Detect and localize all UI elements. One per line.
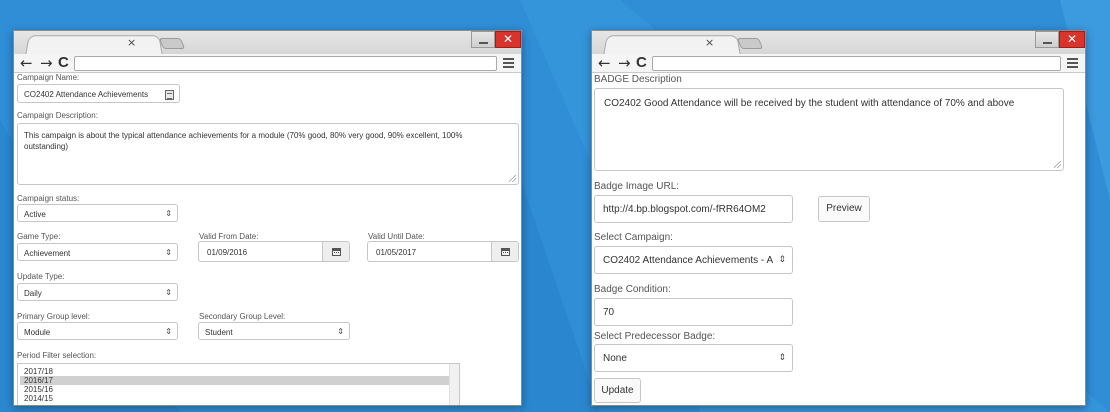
select-arrow-icon: ⇕ bbox=[778, 255, 786, 265]
right-browser-window: × ✕ ← → C BADGE Description CO2402 Good … bbox=[591, 30, 1086, 406]
period-filter-label: Period Filter selection: bbox=[17, 351, 97, 360]
update-type-label: Update Type: bbox=[17, 272, 65, 281]
calendar-button[interactable] bbox=[491, 242, 518, 261]
resize-grip-icon[interactable] bbox=[1054, 161, 1061, 168]
select-arrow-icon: ⇕ bbox=[165, 327, 172, 336]
campaign-name-value: CO2402 Attendance Achievements bbox=[24, 90, 149, 99]
preview-button[interactable]: Preview bbox=[818, 196, 870, 222]
game-type-value: Achievement bbox=[24, 249, 71, 258]
valid-from-date-input[interactable]: 01/09/2016 bbox=[198, 241, 350, 262]
browser-tab[interactable] bbox=[25, 35, 163, 56]
game-type-select[interactable]: Achievement ⇕ bbox=[17, 243, 178, 261]
valid-from-label: Valid From Date: bbox=[199, 232, 259, 241]
campaign-description-label: Campaign Description: bbox=[17, 111, 98, 120]
badge-condition-input[interactable]: 70 bbox=[594, 298, 793, 326]
campaign-description-value: This campaign is about the typical atten… bbox=[24, 131, 463, 151]
field-options-icon[interactable] bbox=[165, 90, 174, 100]
select-campaign-select[interactable]: CO2402 Attendance Achievements - A ⇕ bbox=[594, 246, 793, 274]
primary-group-select[interactable]: Module ⇕ bbox=[17, 322, 178, 340]
select-arrow-icon: ⇕ bbox=[165, 288, 172, 297]
reload-icon[interactable]: C bbox=[58, 54, 69, 72]
primary-group-value: Module bbox=[24, 328, 51, 337]
badge-description-value: CO2402 Good Attendance will be received … bbox=[604, 98, 1015, 109]
campaign-status-select[interactable]: Active ⇕ bbox=[17, 204, 178, 222]
update-button[interactable]: Update bbox=[594, 378, 641, 403]
badge-image-url-value: http://4.bp.blogspot.com/-fRR64OM2 bbox=[603, 204, 766, 215]
resize-grip-icon[interactable] bbox=[509, 175, 516, 182]
select-campaign-label: Select Campaign: bbox=[594, 232, 673, 243]
navigation-bar: ← → C bbox=[592, 54, 1085, 73]
close-window-button[interactable]: ✕ bbox=[495, 31, 521, 48]
update-type-select[interactable]: Daily ⇕ bbox=[17, 283, 178, 301]
predecessor-badge-value: None bbox=[603, 353, 627, 364]
address-bar[interactable] bbox=[74, 56, 497, 71]
forward-arrow-icon[interactable]: → bbox=[40, 54, 53, 72]
badge-image-url-input[interactable]: http://4.bp.blogspot.com/-fRR64OM2 bbox=[594, 195, 793, 223]
secondary-group-select[interactable]: Student ⇕ bbox=[198, 322, 350, 340]
campaign-name-input[interactable]: CO2402 Attendance Achievements bbox=[17, 84, 180, 103]
period-filter-listbox[interactable]: 2017/18 2016/17 2015/16 2014/15 bbox=[17, 363, 460, 405]
secondary-group-label: Secondary Group Level: bbox=[199, 312, 286, 321]
browser-tab[interactable] bbox=[603, 35, 741, 56]
navigation-bar: ← → C bbox=[14, 54, 521, 73]
secondary-group-value: Student bbox=[205, 328, 233, 337]
valid-until-label: Valid Until Date: bbox=[368, 232, 425, 241]
back-arrow-icon[interactable]: ← bbox=[598, 54, 611, 72]
badge-condition-label: Badge Condition: bbox=[594, 284, 671, 295]
tab-close-icon[interactable]: × bbox=[127, 37, 136, 49]
predecessor-badge-label: Select Predecessor Badge: bbox=[594, 331, 716, 342]
minimize-button[interactable] bbox=[1035, 31, 1059, 48]
new-tab-button[interactable] bbox=[736, 38, 764, 49]
title-bar: × ✕ bbox=[592, 31, 1085, 56]
campaign-description-textarea[interactable]: This campaign is about the typical atten… bbox=[17, 123, 519, 185]
select-arrow-icon: ⇕ bbox=[165, 248, 172, 257]
calendar-icon bbox=[501, 248, 510, 256]
minimize-button[interactable] bbox=[471, 31, 495, 48]
badge-description-textarea[interactable]: CO2402 Good Attendance will be received … bbox=[594, 88, 1064, 171]
back-arrow-icon[interactable]: ← bbox=[20, 54, 33, 72]
campaign-name-label: Campaign Name: bbox=[17, 73, 80, 82]
close-window-button[interactable]: ✕ bbox=[1059, 31, 1085, 48]
select-arrow-icon: ⇕ bbox=[337, 327, 344, 336]
calendar-icon bbox=[332, 248, 341, 256]
left-browser-window: × ✕ ← → C Campaign Name: CO2402 Attendan… bbox=[13, 30, 522, 406]
update-type-value: Daily bbox=[24, 289, 42, 298]
valid-from-value: 01/09/2016 bbox=[207, 248, 248, 257]
list-option[interactable]: 2017/18 bbox=[20, 367, 449, 376]
valid-until-value: 01/05/2017 bbox=[376, 248, 417, 257]
list-option[interactable]: 2014/15 bbox=[20, 394, 449, 403]
tab-close-icon[interactable]: × bbox=[705, 37, 714, 49]
campaign-form: Campaign Name: CO2402 Attendance Achieve… bbox=[14, 73, 521, 405]
select-arrow-icon: ⇕ bbox=[778, 353, 786, 363]
badge-description-label: BADGE Description bbox=[594, 74, 682, 85]
forward-arrow-icon[interactable]: → bbox=[618, 54, 631, 72]
calendar-button[interactable] bbox=[322, 242, 349, 261]
menu-icon[interactable] bbox=[1066, 55, 1079, 71]
badge-image-url-label: Badge Image URL: bbox=[594, 181, 680, 192]
select-campaign-value: CO2402 Attendance Achievements - A bbox=[603, 255, 774, 266]
game-type-label: Game Type: bbox=[17, 232, 61, 241]
address-bar[interactable] bbox=[652, 56, 1061, 71]
listbox-scrollbar[interactable] bbox=[449, 364, 459, 405]
menu-icon[interactable] bbox=[502, 55, 515, 71]
badge-condition-value: 70 bbox=[603, 307, 615, 318]
campaign-status-label: Campaign status: bbox=[17, 194, 80, 203]
primary-group-label: Primary Group level: bbox=[17, 312, 90, 321]
reload-icon[interactable]: C bbox=[636, 54, 647, 72]
valid-until-date-input[interactable]: 01/05/2017 bbox=[367, 241, 519, 262]
title-bar: × ✕ bbox=[14, 31, 521, 56]
list-option-selected[interactable]: 2016/17 bbox=[20, 376, 449, 385]
new-tab-button[interactable] bbox=[158, 38, 186, 49]
badge-form: BADGE Description CO2402 Good Attendance… bbox=[592, 73, 1085, 405]
campaign-status-value: Active bbox=[24, 210, 46, 219]
select-arrow-icon: ⇕ bbox=[165, 209, 172, 218]
predecessor-badge-select[interactable]: None ⇕ bbox=[594, 344, 793, 372]
list-option[interactable]: 2015/16 bbox=[20, 385, 449, 394]
